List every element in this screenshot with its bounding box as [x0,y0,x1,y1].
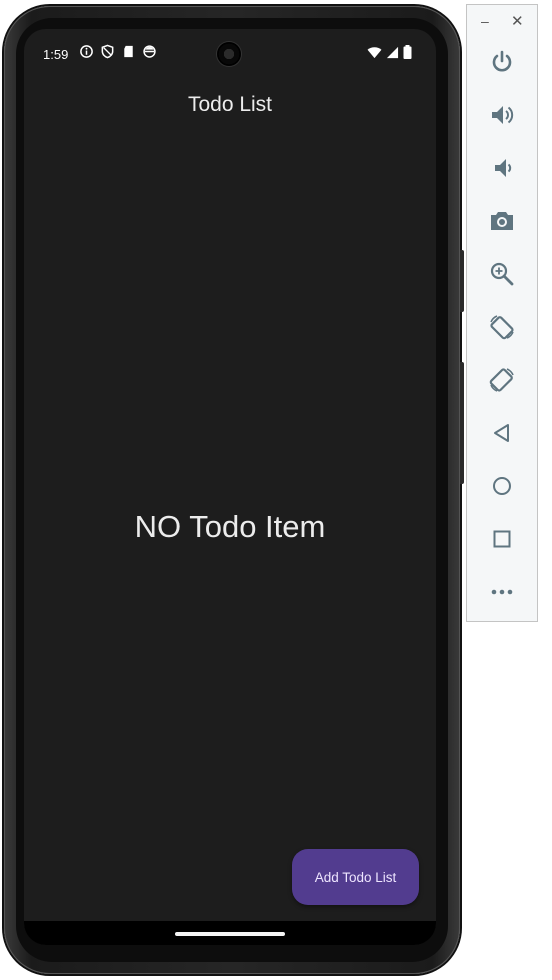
status-bar: 1:59 [24,29,436,79]
status-right-icons [367,45,412,59]
rotate-left-icon [490,315,514,340]
status-left-icons [79,44,157,59]
vpn-icon [143,45,156,58]
overview-icon [493,530,511,548]
info-icon [80,45,93,58]
battery-icon [403,45,412,59]
volume-up-button[interactable] [487,100,517,130]
volume-up-icon [492,106,514,124]
more-button[interactable] [487,577,517,607]
camera-icon [491,212,513,230]
app-bar-title: Todo List [187,93,273,116]
gesture-home-handle[interactable] [175,932,285,936]
back-icon [494,424,509,442]
phone-screen: 1:59 Todo List NO Todo Item Add Todo Lis… [24,29,436,945]
volume-down-icon [495,159,512,177]
back-button[interactable] [487,418,517,448]
power-icon [492,50,512,72]
more-icon [491,589,513,595]
overview-button[interactable] [487,524,517,554]
minimize-button[interactable]: – [481,13,489,29]
add-todo-list-button[interactable]: Add Todo List [292,849,419,905]
front-camera [217,42,241,66]
volume-down-button[interactable] [487,153,517,183]
status-time: 1:59 [43,47,69,62]
zoom-button[interactable] [487,259,517,289]
signal-icon [386,46,399,58]
empty-state-message: NO Todo Item [134,509,326,544]
home-button[interactable] [487,471,517,501]
screenshot-button[interactable] [487,206,517,236]
rotate-right-button[interactable] [487,365,517,395]
wifi-icon [367,46,382,58]
emulator-toolbar: – ✕ [466,4,538,622]
rotate-right-icon [489,368,514,392]
rotate-left-button[interactable] [487,312,517,342]
close-button[interactable]: ✕ [511,12,524,30]
shield-icon [101,44,114,59]
power-button[interactable] [487,47,517,77]
power-side-button [460,362,464,484]
navigation-bar [24,921,436,945]
zoom-icon [490,262,514,286]
toolbar-window-controls: – ✕ [467,13,537,33]
volume-side-button [460,250,464,312]
home-icon [493,477,511,495]
sd-card-icon [124,45,133,58]
